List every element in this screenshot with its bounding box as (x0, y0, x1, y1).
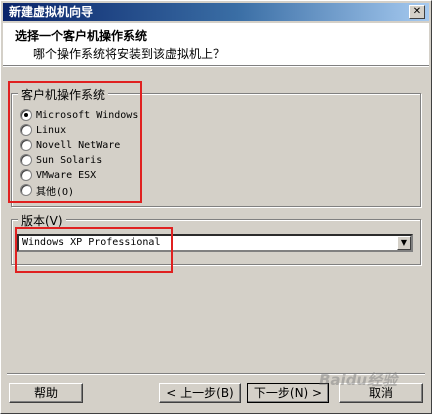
header-divider (3, 65, 429, 67)
help-button[interactable]: 帮助 (9, 383, 83, 403)
new-vm-wizard-window: 新建虚拟机向导 ✕ 选择一个客户机操作系统 哪个操作系统将安装到该虚拟机上？ 客… (0, 0, 432, 414)
step-title: 选择一个客户机操作系统 (15, 29, 148, 43)
annotation-box-guest-os (8, 81, 142, 203)
annotation-box-version (15, 227, 173, 273)
step-subtitle: 哪个操作系统将安装到该虚拟机上？ (33, 47, 226, 61)
chevron-down-icon[interactable]: ▼ (397, 236, 411, 250)
next-button[interactable]: 下一步(N) > (247, 383, 329, 403)
close-icon[interactable]: ✕ (409, 5, 425, 19)
window-title: 新建虚拟机向导 (9, 5, 94, 19)
back-button[interactable]: < 上一步(B) (159, 383, 241, 403)
title-bar: 新建虚拟机向导 ✕ (3, 3, 429, 21)
wizard-header: 选择一个客户机操作系统 哪个操作系统将安装到该虚拟机上？ (3, 23, 429, 65)
baidu-watermark: Baidu经验 (319, 371, 398, 389)
